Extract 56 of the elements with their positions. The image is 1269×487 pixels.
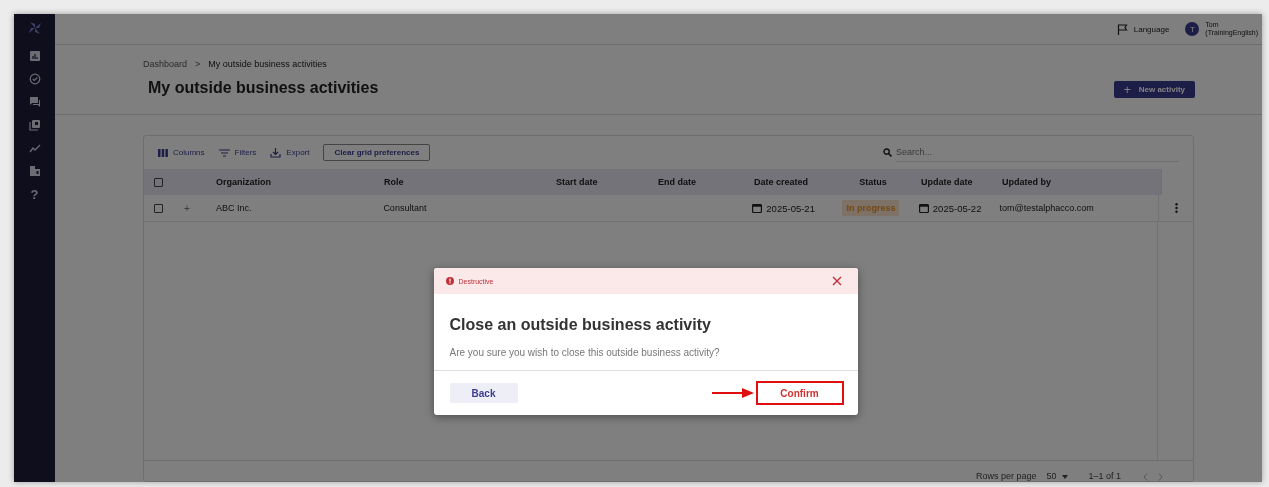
user-avatar[interactable]: T	[1185, 22, 1200, 36]
chart-icon[interactable]	[28, 50, 41, 62]
column-header[interactable]: Date created	[754, 177, 809, 187]
language-link[interactable]: Language	[1116, 23, 1170, 35]
close-icon[interactable]	[831, 276, 842, 286]
column-header[interactable]: Start date	[556, 177, 598, 187]
chat-icon[interactable]	[28, 96, 41, 108]
caret-icon	[1062, 474, 1069, 479]
pinwheel-logo[interactable]	[27, 21, 42, 35]
column-header[interactable]: Updated by	[1002, 177, 1051, 187]
table-cell: tom@testalphacco.com	[999, 203, 1094, 213]
expand-button[interactable]: +	[183, 202, 190, 214]
new-activity-button[interactable]: + New activity	[1113, 81, 1195, 98]
breadcrumb-separator: >	[195, 59, 201, 69]
page-title: My outside business activities	[148, 79, 379, 97]
search-icon	[883, 148, 892, 157]
flag-icon	[1116, 23, 1128, 35]
columns-button[interactable]: Columns	[158, 148, 205, 157]
columns-icon	[158, 148, 168, 157]
table-cell: ABC Inc.	[215, 203, 252, 213]
rows-per-page-select[interactable]: 50	[1046, 472, 1069, 481]
alert-circle-icon	[445, 277, 454, 285]
rows-per-page-label: Rows per page	[975, 472, 1037, 481]
download-tray-icon	[270, 147, 282, 158]
help-icon[interactable]: ?	[30, 188, 39, 202]
column-header[interactable]: End date	[658, 177, 696, 187]
column-header[interactable]: Status	[859, 177, 887, 187]
building-icon[interactable]	[28, 165, 41, 177]
column-header[interactable]: Role	[384, 177, 404, 187]
status-chip: In progress	[842, 200, 900, 216]
calendar-icon	[752, 203, 763, 213]
search-field[interactable]: Search...	[896, 143, 1179, 162]
column-header[interactable]: Organization	[216, 177, 271, 187]
checkbox[interactable]	[154, 203, 163, 213]
dialog-title: Close an outside business activity	[449, 316, 712, 334]
breadcrumb-item[interactable]: Dashboard	[143, 59, 188, 69]
more-vertical-icon[interactable]	[1174, 203, 1178, 213]
layers-icon[interactable]	[28, 119, 41, 131]
table-cell: 2025-05-21	[766, 202, 815, 214]
dialog-message: Are you sure you wish to close this outside business activity?	[449, 347, 721, 358]
check-circle-icon[interactable]	[28, 73, 41, 85]
clear-preferences-button[interactable]: Clear grid preferences	[323, 144, 431, 161]
annotation-arrow	[711, 387, 754, 399]
column-header[interactable]: Update date	[921, 177, 973, 187]
breadcrumb-item: My outside business activities	[208, 59, 327, 69]
table-cell: Consultant	[383, 203, 427, 213]
page-range: 1–1 of 1	[1088, 472, 1121, 481]
export-button[interactable]: Export	[270, 147, 310, 158]
filter-lines-icon	[218, 148, 230, 157]
back-button[interactable]: Back	[449, 383, 518, 403]
confirm-button[interactable]: Confirm	[755, 381, 844, 405]
trend-line-icon[interactable]	[28, 142, 41, 154]
calendar-icon	[918, 203, 929, 213]
filters-button[interactable]: Filters	[218, 148, 257, 157]
checkbox[interactable]	[154, 177, 163, 187]
table-cell: 2025-05-22	[932, 202, 982, 214]
